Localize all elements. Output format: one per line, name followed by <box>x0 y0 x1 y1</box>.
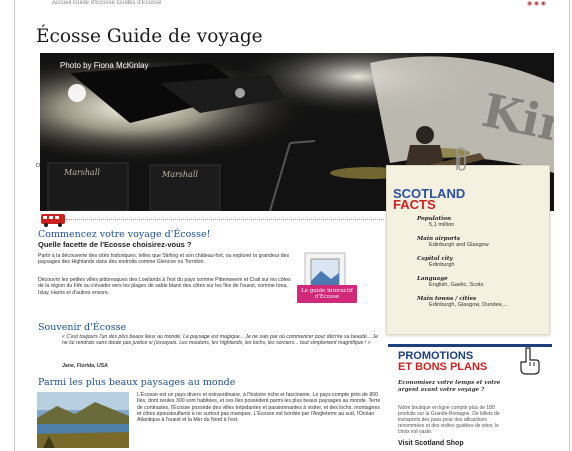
fact-language: Language English, Gaelic, Scots <box>417 276 483 289</box>
promotions-more-link[interactable]: Visit Scotland Shop <box>398 440 464 447</box>
fact-value: Edinburgh and Glasgow <box>429 242 489 248</box>
loch-landscape-image[interactable] <box>37 392 129 448</box>
share-icons[interactable]: ◉ ◉ ◉ <box>527 0 546 7</box>
fact-value: Edinburgh <box>429 262 455 268</box>
promotions-text: Notre boutique en ligne compte plus de 1… <box>398 405 500 435</box>
fact-towns: Main towns / cities Edinburgh, Glasgow, … <box>417 296 517 309</box>
fact-value: Edinburgh, Glasgow, Dundee,... <box>429 302 508 308</box>
share-icon[interactable]: ◉ ◉ ◉ <box>527 1 546 7</box>
section-divider <box>66 219 384 220</box>
souvenir-author: Jane, Florida, USA <box>62 363 108 369</box>
souvenir-title: Souvenir d'Écosse <box>38 322 127 333</box>
red-bus-icon <box>41 214 65 227</box>
pointing-hand-icon <box>520 347 540 375</box>
landscapes-text: L'Écosse est un pays divers et extraordi… <box>137 392 381 424</box>
fact-value: 5,1 million <box>429 222 455 228</box>
svg-text:Marshall: Marshall <box>161 170 198 179</box>
promotions-subtitle: Economisez votre temps et votre argent a… <box>398 380 501 393</box>
photo-credit: Photo by Fiona McKinlay <box>60 61 149 70</box>
amp-label: Marshall <box>63 168 100 177</box>
intro-paragraph-2: Découvrir les petites villes pittoresque… <box>38 277 291 296</box>
fact-population: Population 5,1 million <box>417 216 454 229</box>
fact-value: English, Gaelic, Scots <box>429 282 484 288</box>
facts-title: SCOTLAND FACTS <box>393 187 465 211</box>
landscapes-title: Parmi les plus beaux paysages au monde <box>38 377 236 388</box>
fact-capital: Capital city Edinburgh <box>417 256 455 269</box>
promotions-title[interactable]: PROMOTIONS ET BONS PLANS <box>398 351 487 373</box>
fact-airports: Main airports Edinburgh and Glasgow <box>417 236 489 249</box>
scotland-facts-card: SCOTLAND FACTS Population 5,1 million Ma… <box>386 165 550 335</box>
breadcrumb[interactable]: Accueil Guide d'Écosse Guides d'Écosse <box>52 0 161 6</box>
intro-title: Commencez votre voyage d'Écosse! <box>38 229 211 240</box>
intro-paragraph-1: Partir à la découverte des cités histori… <box>38 253 290 266</box>
promotions-title-line2: ET BONS PLANS <box>398 361 488 373</box>
page-title: Écosse Guide de voyage <box>36 26 263 47</box>
intro-subtitle: Quelle facette de l'Ecosse choisirez-vou… <box>38 240 192 249</box>
paperclip-icon <box>456 147 466 171</box>
souvenir-quote: « C'est toujours l'un des plus beaux lie… <box>62 334 379 347</box>
clipped-text: D <box>36 163 40 169</box>
interactive-guide-button[interactable]: Le guide interactif d'Ecosse <box>297 285 357 303</box>
